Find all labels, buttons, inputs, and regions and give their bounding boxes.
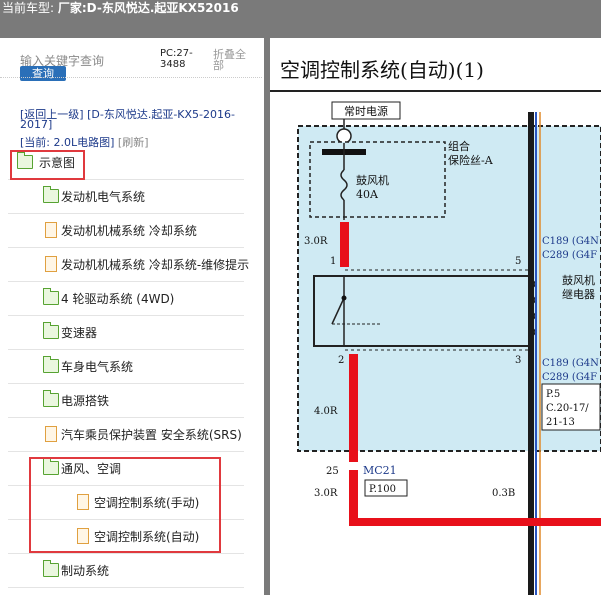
vehicle-model: 当前车型: 厂家:D-东风悦达.起亚KX52016: [2, 1, 239, 15]
tree-item-body-electrical[interactable]: 车身电气系统: [8, 350, 244, 384]
svg-text:C189 (G4N: C189 (G4N: [542, 236, 599, 247]
tree-item-engine-cooling-tips[interactable]: 发动机机械系统 冷却系统-维修提示: [8, 248, 249, 282]
svg-text:4.0R: 4.0R: [314, 406, 338, 417]
svg-text:0.3B: 0.3B: [492, 488, 515, 499]
svg-text:3: 3: [515, 355, 521, 366]
svg-text:5: 5: [515, 256, 521, 267]
svg-text:C289 (G4F: C289 (G4F: [542, 372, 597, 383]
wiring-diagram: 常时电源 鼓风机 40A 组合 保险丝-A 3.0R 1 5 2 3 C189 …: [270, 90, 601, 595]
wire-red: [340, 222, 349, 267]
svg-text:2: 2: [338, 355, 344, 366]
sidebar: 输入关键字查询 查询 PC:27-3488 折叠全部 [返回上一级] [D-东风…: [0, 38, 264, 595]
folder-icon: [43, 560, 59, 577]
tree-item-srs[interactable]: 汽车乘员保护装置 安全系统(SRS): [8, 418, 244, 452]
svg-text:组合: 组合: [448, 139, 470, 153]
document-icon: [45, 256, 57, 272]
svg-text:1: 1: [330, 256, 336, 267]
svg-text:C289 (G4F: C289 (G4F: [542, 250, 597, 261]
document-icon: [45, 426, 57, 442]
svg-text:C189 (G4N: C189 (G4N: [542, 358, 599, 369]
tree-item-power-ground[interactable]: 电源搭铁: [8, 384, 244, 418]
collapse-all-button[interactable]: 折叠全部: [213, 49, 255, 71]
folder-icon: [43, 288, 59, 305]
svg-text:鼓风机: 鼓风机: [356, 173, 389, 187]
diagram-viewer: 空调控制系统(自动)(1) 常时电源 鼓风机 40A 组合 保险丝-A 3.0R…: [270, 38, 601, 595]
svg-text:鼓风机: 鼓风机: [562, 273, 595, 287]
svg-text:MC21: MC21: [363, 464, 397, 477]
diagram-title: 空调控制系统(自动)(1): [280, 58, 484, 82]
tree-item-4wd[interactable]: 4 轮驱动系统 (4WD): [8, 282, 244, 316]
svg-text:3.0R: 3.0R: [314, 488, 338, 499]
svg-text:继电器: 继电器: [562, 288, 595, 301]
folder-icon: [43, 322, 59, 339]
divider: [0, 77, 262, 78]
tree-item-engine-cooling[interactable]: 发动机机械系统 冷却系统: [8, 214, 244, 248]
search-button[interactable]: 查询: [20, 66, 66, 81]
breadcrumb: [返回上一级] [D-东风悦达.起亚-KX5-2016-2017]: [20, 109, 250, 130]
svg-text:40A: 40A: [356, 188, 379, 201]
result-count: PC:27-3488: [160, 48, 193, 70]
svg-text:25: 25: [326, 466, 339, 477]
power-label: 常时电源: [344, 104, 388, 118]
wire-red: [349, 354, 358, 462]
terminal-symbol: [336, 128, 352, 144]
svg-text:3.0R: 3.0R: [304, 236, 328, 247]
folder-icon: [43, 356, 59, 373]
document-icon: [45, 222, 57, 238]
tree-item-brake[interactable]: 制动系统: [8, 554, 244, 588]
svg-text:C.20-17/: C.20-17/: [546, 403, 589, 414]
svg-text:保险丝-A: 保险丝-A: [448, 153, 494, 167]
svg-text:21-13: 21-13: [546, 417, 575, 428]
highlight-box: [10, 150, 85, 180]
folder-icon: [43, 186, 59, 203]
title-bar: 当前车型: 厂家:D-东风悦达.起亚KX52016: [0, 0, 601, 38]
highlight-box: [29, 457, 221, 553]
svg-text:P.5: P.5: [546, 389, 560, 400]
tree-item-transmission[interactable]: 变速器: [8, 316, 244, 350]
folder-icon: [43, 390, 59, 407]
tree-item-engine-electrical[interactable]: 发动机电气系统: [8, 180, 244, 214]
svg-text:P.100: P.100: [369, 484, 396, 495]
